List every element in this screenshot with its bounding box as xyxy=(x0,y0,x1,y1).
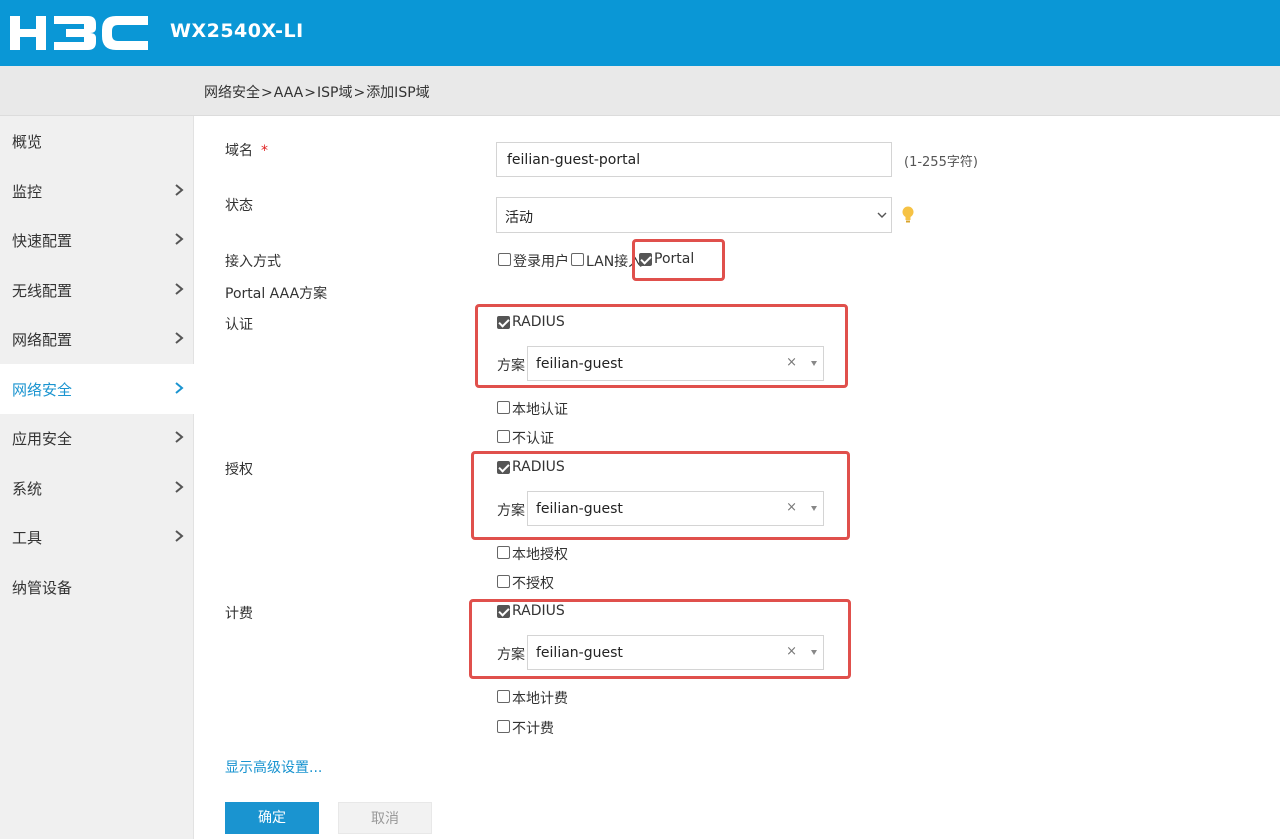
device-model: WX2540X-LI xyxy=(170,20,304,42)
cancel-button[interactable]: 取消 xyxy=(338,802,432,834)
status-select[interactable]: 活动 xyxy=(496,197,892,233)
chevron-right-icon xyxy=(175,184,184,196)
chevron-right-icon xyxy=(175,530,184,542)
accounting-label: 计费 xyxy=(225,606,253,622)
sidebar-item-label: 系统 xyxy=(12,480,43,498)
lightbulb-icon[interactable] xyxy=(902,206,914,224)
chevron-right-icon xyxy=(175,233,184,245)
sidebar-item-overview[interactable]: 概览 xyxy=(0,116,194,166)
sidebar-item-monitor[interactable]: 监控 xyxy=(0,166,194,216)
chevron-down-icon xyxy=(877,212,887,218)
local-auth-checkbox[interactable] xyxy=(497,401,510,414)
sidebar-item-system[interactable]: 系统 xyxy=(0,463,194,513)
breadcrumb-item[interactable]: AAA xyxy=(274,85,304,101)
breadcrumb: 网络安全>AAA>ISP域>添加ISP域 xyxy=(204,82,430,102)
no-acct-label: 不计费 xyxy=(512,721,554,737)
no-authz-label: 不授权 xyxy=(512,576,554,592)
sidebar-item-label: 应用安全 xyxy=(12,430,73,448)
breadcrumb-separator: > xyxy=(353,85,366,101)
chevron-right-icon xyxy=(175,431,184,443)
domain-name-label: 域名 * xyxy=(225,143,268,159)
local-acct-checkbox[interactable] xyxy=(497,690,510,703)
breadcrumb-separator: > xyxy=(304,85,316,101)
breadcrumb-current: 添加ISP域 xyxy=(366,85,430,101)
sidebar-item-tools[interactable]: 工具 xyxy=(0,512,194,562)
show-advanced-link[interactable]: 显示高级设置... xyxy=(225,757,322,777)
sidebar-item-quick-config[interactable]: 快速配置 xyxy=(0,215,194,265)
local-acct-label: 本地计费 xyxy=(512,691,568,707)
ok-button[interactable]: 确定 xyxy=(225,802,319,834)
sidebar-item-network-config[interactable]: 网络配置 xyxy=(0,314,194,364)
status-label: 状态 xyxy=(225,198,253,214)
chevron-right-icon xyxy=(175,481,184,493)
authentication-label: 认证 xyxy=(225,317,253,333)
sidebar: 概览 监控 快速配置 无线配置 网络配置 网络安全 应用安全 系统 工具 纳管设… xyxy=(0,116,194,839)
login-user-checkbox[interactable] xyxy=(498,253,511,266)
sidebar-item-app-security[interactable]: 应用安全 xyxy=(0,413,194,463)
lan-access-checkbox[interactable] xyxy=(571,253,584,266)
sidebar-item-label: 纳管设备 xyxy=(12,579,73,597)
sidebar-item-label: 网络安全 xyxy=(12,381,73,399)
sidebar-item-label: 无线配置 xyxy=(12,282,73,300)
portal-aaa-label: Portal AAA方案 xyxy=(225,286,328,302)
chevron-right-icon xyxy=(175,382,184,394)
no-acct-checkbox[interactable] xyxy=(497,720,510,733)
breadcrumb-separator: > xyxy=(261,85,273,101)
sidebar-item-label: 网络配置 xyxy=(12,331,73,349)
local-authz-checkbox[interactable] xyxy=(497,546,510,559)
no-authz-checkbox[interactable] xyxy=(497,575,510,588)
required-mark: * xyxy=(261,143,268,159)
highlight-box xyxy=(632,239,725,281)
no-auth-label: 不认证 xyxy=(512,431,554,447)
chevron-right-icon xyxy=(175,332,184,344)
breadcrumb-bar: 网络安全>AAA>ISP域>添加ISP域 xyxy=(0,66,1280,116)
highlight-box xyxy=(469,599,851,679)
sidebar-item-network-security[interactable]: 网络安全 xyxy=(0,364,194,414)
sidebar-item-label: 监控 xyxy=(12,183,43,201)
status-select-value: 活动 xyxy=(505,210,533,226)
breadcrumb-item[interactable]: 网络安全 xyxy=(204,82,260,102)
highlight-box xyxy=(475,304,848,388)
login-user-label: 登录用户 xyxy=(513,254,569,270)
authorization-label: 授权 xyxy=(225,462,253,478)
sidebar-item-label: 概览 xyxy=(12,133,43,151)
chevron-right-icon xyxy=(175,283,184,295)
access-method-label: 接入方式 xyxy=(225,254,281,270)
domain-name-hint: (1-255字符) xyxy=(904,155,978,170)
sidebar-item-label: 工具 xyxy=(12,529,43,547)
local-auth-label: 本地认证 xyxy=(512,402,568,418)
sidebar-item-label: 快速配置 xyxy=(12,232,73,250)
sidebar-item-wireless-config[interactable]: 无线配置 xyxy=(0,265,194,315)
domain-name-input[interactable]: feilian-guest-portal xyxy=(496,142,892,177)
h3c-logo xyxy=(10,16,148,50)
local-authz-label: 本地授权 xyxy=(512,547,568,563)
sidebar-item-managed-devices[interactable]: 纳管设备 xyxy=(0,562,194,612)
highlight-box xyxy=(471,451,850,540)
top-header: WX2540X-LI xyxy=(0,0,1280,66)
no-auth-checkbox[interactable] xyxy=(497,430,510,443)
breadcrumb-item[interactable]: ISP域 xyxy=(317,82,352,102)
